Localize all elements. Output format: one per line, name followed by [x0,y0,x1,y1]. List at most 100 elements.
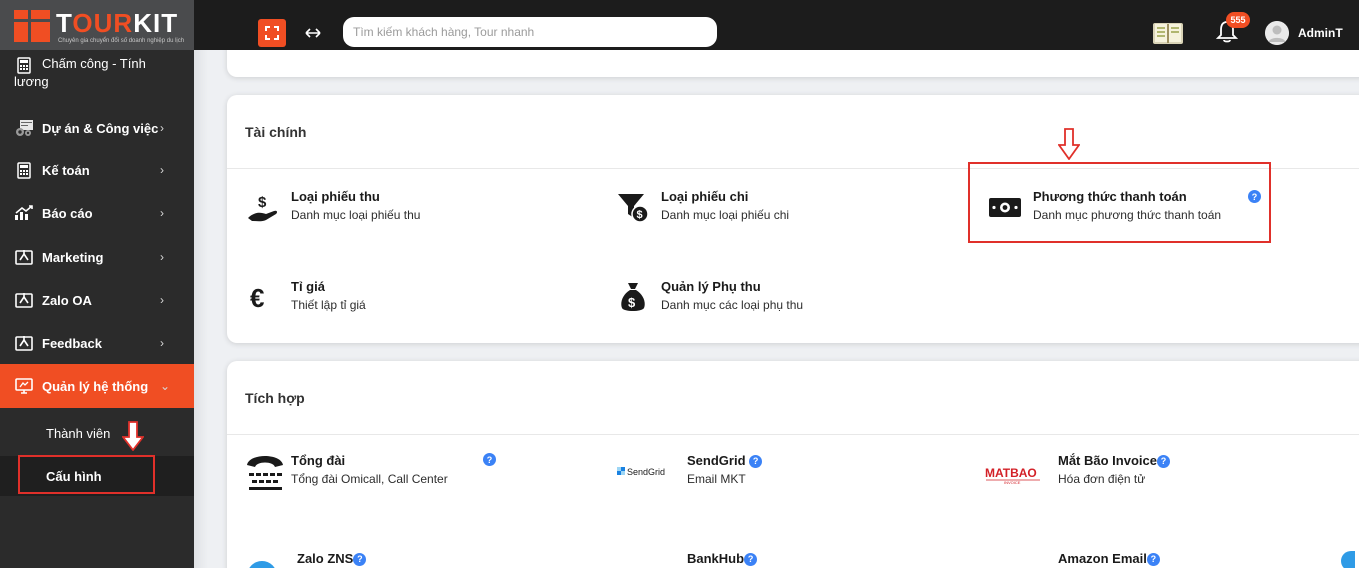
left-right-arrows-icon [305,28,321,38]
sidebar-item-label: Marketing [42,249,104,265]
sidebar-item-feedback[interactable]: Feedback › [0,321,194,365]
chevron-right-icon: › [160,336,164,350]
help-icon[interactable]: ? [744,552,758,566]
brand-logo[interactable]: TOURKIT Chuyên gia chuyển đổi số doanh n… [0,0,194,50]
sidebar-item-label: Quản lý hệ thống [42,378,149,394]
exchange-rate-item[interactable]: € Tỉ giá Thiết lập tỉ giá [245,275,605,325]
sidebar-shadow [194,50,208,568]
help-icon[interactable]: ? [1146,552,1160,566]
item-description: Danh mục loại phiếu chi [661,208,790,222]
tourkit-logo-icon [14,10,50,42]
marketing-icon [14,290,34,310]
sidebar-subitem-label: Thành viên [46,425,111,441]
sidebar-item-reports[interactable]: Báo cáo › [0,191,194,235]
item-description: Tổng đài Omicall, Call Center [291,472,448,486]
expense-type-item[interactable]: $ Loại phiếu chi Danh mục loại phiếu chi [615,185,975,235]
sidebar-item-label: lương [14,74,49,89]
sendgrid-item[interactable]: SendGrid SendGrid ? Email MKT [617,449,961,499]
zalo-zns-item[interactable]: Zalo ZNS? [245,539,585,568]
brand-tagline: Chuyên gia chuyển đổi số doanh nghiệp du… [58,38,185,44]
amazon-email-item[interactable]: Amazon Email? [986,539,1326,568]
sidebar-subitem-members[interactable]: Thành viên [0,413,194,453]
matbao-invoice-item[interactable]: MATBAO INVOICE Mắt Bão Invoice? Hóa đơn đ… [984,449,1326,499]
sidebar-item-label: Zalo OA [42,292,92,308]
chevron-right-icon: › [160,293,164,307]
item-title: Loại phiếu chi [661,189,749,204]
item-title: BankHub? [687,551,758,566]
matbao-logo-subtext: INVOICE [1004,480,1021,485]
sidebar-item-label: Chấm công - Tính [42,56,146,71]
zalo-icon [245,551,281,568]
expand-icon [265,26,279,40]
brand-name: TOURKIT [56,8,179,38]
item-title: Mắt Bão Invoice? [1058,453,1170,468]
sidebar-item-projects[interactable]: Dự án & Công việc › [0,106,194,150]
sidebar-item-marketing[interactable]: Marketing › [0,235,194,279]
user-icon [1265,21,1289,45]
sidebar-item-label: Dự án & Công việc [42,120,159,136]
matbao-logo: MATBAO INVOICE [984,457,1046,493]
item-description: Danh mục loại phiếu thu [291,208,421,222]
annotation-highlight-box [18,455,155,494]
project-icon [14,118,34,138]
phone-icon [245,451,285,499]
item-description: Thiết lập tỉ giá [291,298,366,312]
toggle-sidebar-button[interactable] [299,21,327,45]
chevron-right-icon: › [160,163,164,177]
notification-badge: 555 [1226,12,1250,28]
annotation-arrow-icon [122,421,144,451]
calculator-icon [14,160,34,180]
item-title: SendGrid ? [687,453,763,468]
marketing-icon [14,333,34,353]
euro-icon: € [245,279,281,315]
section-title: Tích hợp [227,361,1359,435]
surcharge-management-item[interactable]: $ Quản lý Phụ thu Danh mục các loại phụ … [615,275,975,325]
svg-text:$: $ [637,209,643,221]
book-icon[interactable] [1152,20,1184,46]
matbao-logo-text: MATBAO [985,466,1037,480]
help-icon[interactable]: ? [483,453,496,466]
monitor-icon [14,376,34,396]
receipt-type-item[interactable]: $ Loại phiếu thu Danh mục loại phiếu thu [245,185,605,235]
chevron-right-icon: › [160,250,164,264]
bankhub-item[interactable]: BankHub? [621,539,961,568]
call-center-item[interactable]: Tổng đài Tổng đài Omicall, Call Center [245,449,585,499]
annotation-highlight-box [968,162,1271,243]
item-title: Quản lý Phụ thu [661,279,761,294]
calculator-icon [14,55,34,75]
avatar[interactable] [1265,21,1289,45]
top-bar: TOURKIT Chuyên gia chuyển đổi số doanh n… [0,0,1359,50]
chart-icon [14,203,34,223]
money-bag-icon: $ [615,279,651,315]
username-label[interactable]: AdminT [1298,26,1343,40]
chevron-down-icon: ⌄ [160,379,171,393]
item-title: Amazon Email? [1058,551,1160,566]
partial-icon [1341,551,1355,568]
item-title: Loại phiếu thu [291,189,380,204]
sendgrid-logo-text: SendGrid [627,467,665,477]
annotation-arrow-icon [1058,128,1080,160]
item-title: Zalo ZNS? [297,551,367,566]
sidebar-item-label: Feedback [42,335,102,351]
svg-text:$: $ [628,295,636,310]
card-integration: Tích hợp Tổng đài Tổng đài Omicall, Call… [227,361,1359,568]
sidebar-item-accounting[interactable]: Kế toán › [0,148,194,192]
sidebar-item-system-management[interactable]: Quản lý hệ thống ⌄ [0,364,194,408]
search-input[interactable] [343,17,717,47]
sidebar-item-timekeeping[interactable]: Chấm công - Tính lương [0,50,194,100]
item-title: Tỉ giá [291,279,325,294]
svg-text:€: € [250,283,264,312]
help-icon[interactable]: ? [353,552,367,566]
help-icon[interactable]: ? [749,454,763,468]
item-title: Tổng đài [291,453,346,468]
sidebar-item-label: Kế toán [42,162,90,178]
section-title: Tài chính [227,95,1359,169]
sidebar-item-zalo-oa[interactable]: Zalo OA › [0,278,194,322]
chevron-right-icon: › [160,121,164,135]
item-description: Danh mục các loại phụ thu [661,298,804,312]
fullscreen-button[interactable] [258,19,286,47]
svg-text:$: $ [258,194,267,211]
help-icon[interactable]: ? [1156,454,1170,468]
item-description: Hóa đơn điện tử [1058,472,1146,486]
chevron-right-icon: › [160,206,164,220]
